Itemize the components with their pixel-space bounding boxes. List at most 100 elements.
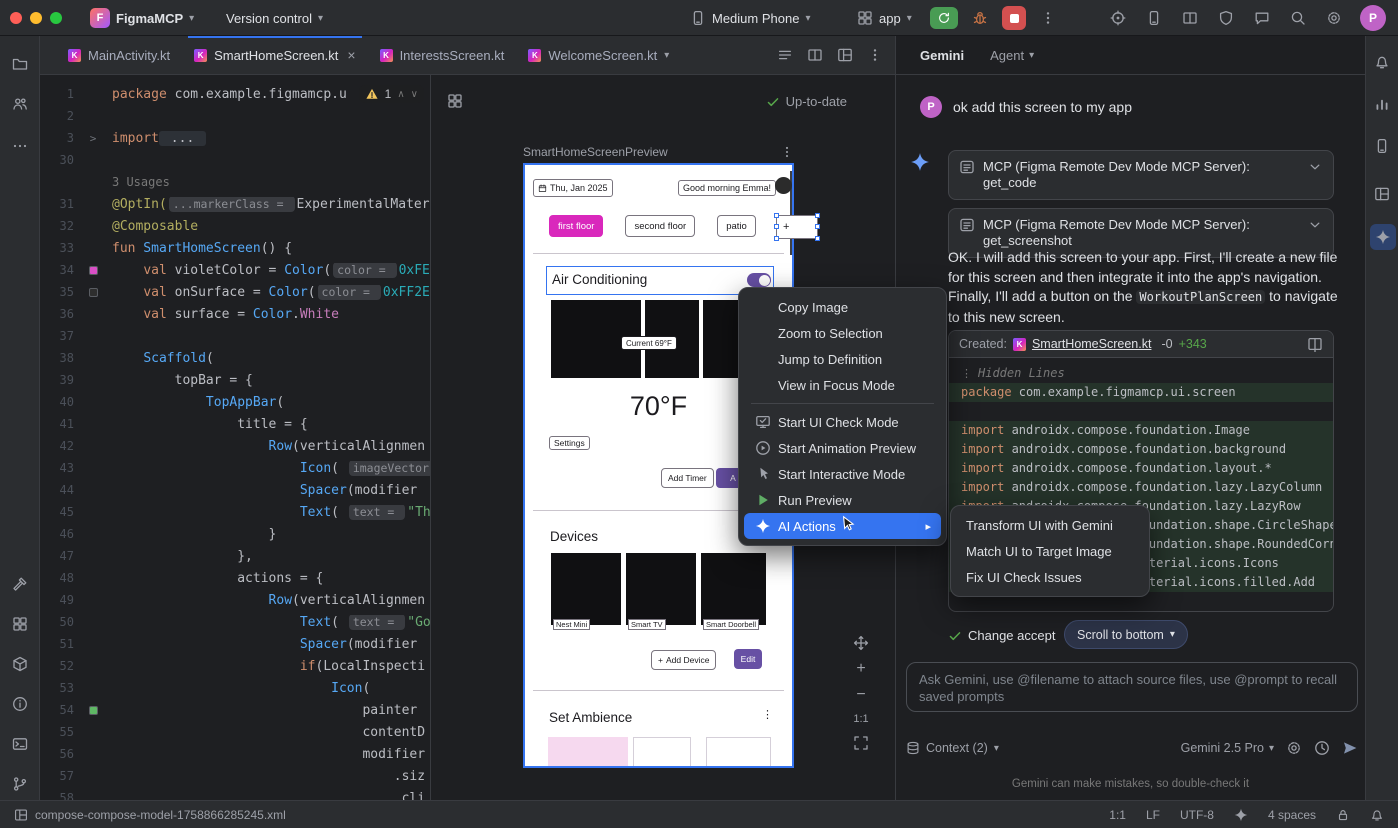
menu-item-start-animation-preview[interactable]: Start Animation Preview	[744, 435, 941, 461]
notifications-icon[interactable]	[1370, 808, 1384, 822]
project-tool-button[interactable]	[12, 56, 28, 72]
tool-call-card[interactable]: MCP (Figma Remote Dev Mode MCP Server): …	[948, 150, 1334, 200]
status-file-widget[interactable]: compose-compose-model-1758866285245.xml	[14, 808, 286, 822]
vcs-widget[interactable]: Version control ▾	[226, 0, 323, 36]
selection-handle[interactable]	[815, 213, 820, 218]
date-chip[interactable]: Thu, Jan 2025	[533, 179, 613, 197]
menu-item-fix-ui-check-issues[interactable]: Fix UI Check Issues	[956, 564, 1144, 590]
profiler-tool-button[interactable]	[1374, 96, 1390, 112]
expand-chevron-icon[interactable]	[1307, 159, 1323, 175]
tab-gemini[interactable]: Gemini	[920, 48, 964, 63]
commit-tool-button[interactable]	[12, 96, 28, 112]
device-card-smart-tv[interactable]: Smart TV	[626, 553, 696, 625]
version-control-tool-button[interactable]	[12, 776, 28, 792]
fold-expand-icon[interactable]: >	[90, 132, 97, 145]
floor-tab-second-floor[interactable]: second floor	[625, 215, 695, 237]
split-editor-icon[interactable]	[807, 47, 823, 63]
more-actions-button[interactable]	[1038, 8, 1058, 28]
ambience-card[interactable]	[633, 737, 691, 768]
tab-agent[interactable]: Agent ▾	[990, 48, 1034, 63]
unfold-icon[interactable]: ⋮	[961, 364, 972, 383]
ambience-options-icon[interactable]: ⋮	[762, 708, 773, 721]
more-tools-button[interactable]	[12, 138, 28, 154]
selection-handle[interactable]	[774, 213, 779, 218]
chat-settings-icon[interactable]	[1286, 740, 1302, 756]
project-widget[interactable]: FigmaMCP ▾	[90, 0, 194, 36]
selection-handle[interactable]	[774, 224, 779, 229]
assistant-chat-button[interactable]	[1252, 8, 1272, 28]
minimize-window-button[interactable]	[30, 12, 42, 24]
created-file-link[interactable]: SmartHomeScreen.kt	[1032, 337, 1151, 351]
color-preview-chip[interactable]	[89, 706, 98, 715]
ai-status-icon[interactable]	[1234, 808, 1248, 822]
maximize-window-button[interactable]	[50, 12, 62, 24]
notifications-tool-button[interactable]	[1374, 54, 1390, 70]
code-editor[interactable]: 1package com.example.figmamcp.u23>import…	[40, 75, 430, 800]
pan-tool-icon[interactable]	[853, 635, 869, 651]
stop-button[interactable]	[1002, 6, 1026, 30]
dependencies-tool-button[interactable]	[12, 656, 28, 672]
zoom-to-fit-icon[interactable]	[853, 735, 869, 751]
device-card-smart-doorbell[interactable]: Smart Doorbell	[701, 553, 766, 625]
menu-item-copy-image[interactable]: Copy Image	[744, 294, 941, 320]
settings-button[interactable]: Settings	[549, 436, 590, 450]
gemini-tool-button[interactable]	[1370, 224, 1396, 250]
preview-toolbar-icon[interactable]	[447, 93, 463, 109]
close-tab-icon[interactable]: ×	[347, 47, 355, 63]
zoom-out-button[interactable]: −	[856, 687, 865, 703]
edit-button[interactable]: Edit	[734, 649, 762, 669]
running-devices-button[interactable]	[1144, 8, 1164, 28]
add-device-button[interactable]: + Add Device	[651, 650, 716, 670]
build-tool-button[interactable]	[12, 576, 28, 592]
menu-item-jump-to-definition[interactable]: Jump to Definition	[744, 346, 941, 372]
ac-toggle[interactable]	[747, 273, 771, 287]
device-card-nest-mini[interactable]: Nest Mini	[551, 553, 621, 625]
device-manager-tool-button[interactable]	[1374, 138, 1390, 154]
design-mode-icon[interactable]	[837, 47, 853, 63]
open-diff-icon[interactable]	[1307, 336, 1323, 352]
settings-button[interactable]	[1324, 8, 1344, 28]
editor-tab-smarthomescreen[interactable]: SmartHomeScreen.kt ×	[182, 36, 367, 74]
selection-handle[interactable]	[815, 224, 820, 229]
user-avatar[interactable]	[775, 177, 792, 194]
send-icon[interactable]	[1342, 740, 1358, 756]
device-mirroring-button[interactable]	[1108, 8, 1128, 28]
app-quality-button[interactable]	[1216, 8, 1236, 28]
debug-button[interactable]	[970, 8, 990, 28]
status-indent[interactable]: 4 spaces	[1268, 808, 1316, 822]
menu-item-run-preview[interactable]: Run Preview	[744, 487, 941, 513]
zoom-in-button[interactable]: +	[856, 661, 865, 677]
color-preview-chip[interactable]	[89, 266, 98, 275]
ambience-card[interactable]	[706, 737, 771, 768]
problems-tool-button[interactable]	[12, 696, 28, 712]
menu-item-zoom-to-selection[interactable]: Zoom to Selection	[744, 320, 941, 346]
selection-handle[interactable]	[815, 236, 820, 241]
history-icon[interactable]	[1314, 740, 1330, 756]
editor-options-icon[interactable]	[867, 47, 883, 63]
next-problem-icon[interactable]: ∨	[411, 89, 418, 100]
profile-avatar[interactable]: P	[1360, 5, 1386, 31]
run-button[interactable]	[930, 7, 958, 29]
menu-item-start-interactive-mode[interactable]: Start Interactive Mode	[744, 461, 941, 487]
close-window-button[interactable]	[10, 12, 22, 24]
editor-tab-mainactivity[interactable]: MainActivity.kt	[56, 36, 182, 74]
preview-canvas-label[interactable]: SmartHomeScreenPreview	[523, 145, 668, 159]
scroll-to-bottom-button[interactable]: Scroll to bottom ▾	[1064, 620, 1188, 649]
terminal-tool-button[interactable]	[12, 736, 28, 752]
status-encoding[interactable]: UTF-8	[1180, 808, 1214, 822]
preview-options-icon[interactable]	[780, 145, 794, 159]
search-everywhere-button[interactable]	[1288, 8, 1308, 28]
status-zoom[interactable]: 1:1	[1109, 808, 1126, 822]
structure-tool-button[interactable]	[1374, 186, 1390, 202]
add-timer-button[interactable]: Add Timer	[661, 468, 714, 488]
editor-tab-interestsscreen[interactable]: InterestsScreen.kt	[368, 36, 517, 74]
model-selector[interactable]: Gemini 2.5 Pro ▾	[1181, 741, 1274, 755]
menu-item-match-ui-to-target-image[interactable]: Match UI to Target Image	[956, 538, 1144, 564]
floor-tab-first-floor[interactable]: first floor	[549, 215, 603, 237]
gemini-prompt-input[interactable]	[906, 662, 1358, 712]
context-selector[interactable]: Context (2) ▾	[906, 741, 999, 755]
menu-item-transform-ui-with-gemini[interactable]: Transform UI with Gemini	[956, 512, 1144, 538]
device-selector[interactable]: Medium Phone ▾	[690, 0, 810, 36]
editor-list-icon[interactable]	[777, 47, 793, 63]
add-floor-button-selection[interactable]: +	[776, 215, 818, 239]
